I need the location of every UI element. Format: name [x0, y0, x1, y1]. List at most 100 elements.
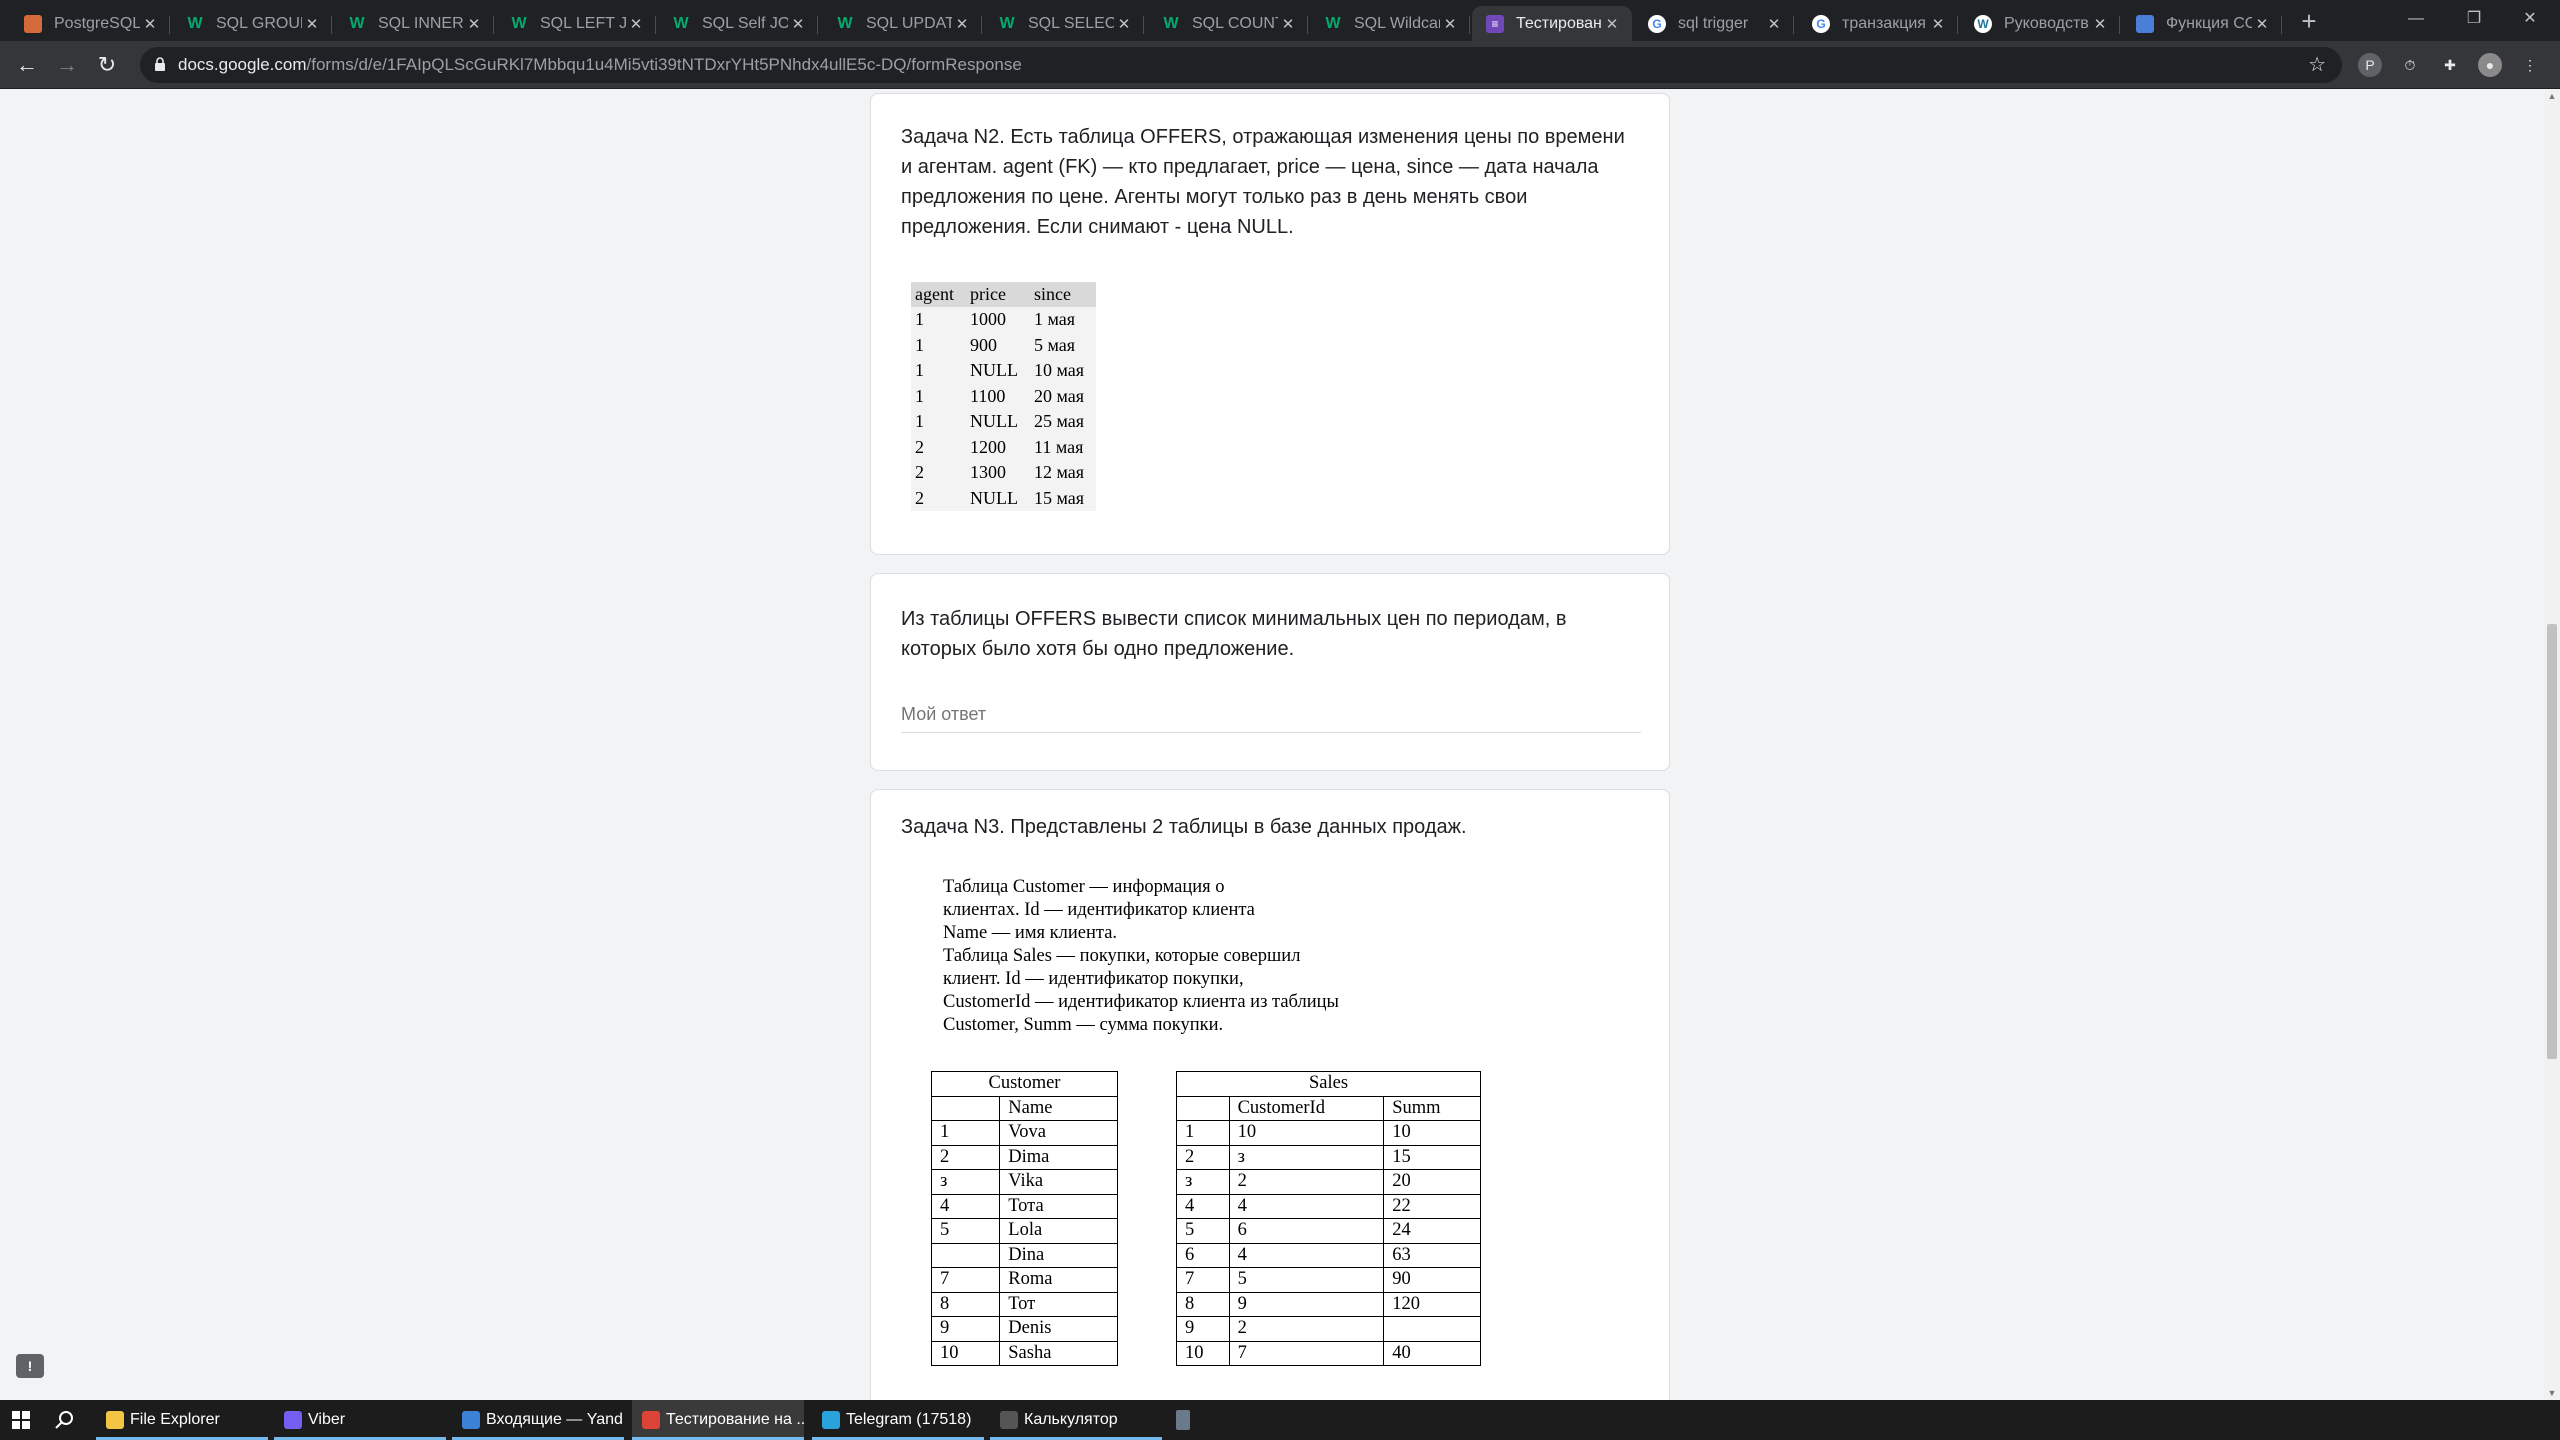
tab-title: SQL LEFT JO [540, 14, 626, 32]
sales-row: 92 [1176, 1316, 1481, 1342]
forward-button[interactable]: → [52, 50, 82, 80]
tab-title: SQL SELECT [1028, 14, 1114, 32]
docs-favicon-icon [2136, 14, 2154, 33]
tab-close-icon[interactable]: ✕ [1114, 15, 1134, 33]
offers-cell: 10 мая [1029, 358, 1097, 384]
customer-row: 5 Lola [930, 1218, 1118, 1244]
customer-cell: Sasha [999, 1340, 1118, 1366]
minimize-button[interactable]: — [2390, 4, 2442, 34]
pinned-app-icon[interactable] [1176, 1410, 1190, 1430]
windows-taskbar: File Explorer Viber Входящие — Yand... Тест… [0, 1400, 2560, 1440]
customer-row: 1 Vova [930, 1120, 1118, 1146]
offers-row: 1 900 5 мая [911, 332, 1097, 358]
sales-body: 1 10 10 2 з 15 з 2 20 4 4 22 5 6 24 6 4 63 7 5 90 8 9 120 9 2 10 7 4… [1176, 1120, 1481, 1366]
tab-10[interactable]: ≡ Тестирован ✕ [1472, 6, 1632, 41]
customer-row: 9 Denis [930, 1316, 1118, 1342]
tab-close-icon[interactable]: ✕ [1278, 15, 1298, 33]
offers-cell: 1 [911, 383, 966, 409]
address-bar[interactable]: docs.google.com/forms/d/e/1FAIpQLScGuRKl… [140, 47, 2342, 83]
mail-icon [462, 1411, 480, 1429]
w3schools-favicon-icon: W [1163, 14, 1179, 32]
chrome-icon [642, 1411, 660, 1429]
description-line: CustomerId — идентификатор клиента из та… [943, 992, 1339, 1012]
sales-cell: 24 [1383, 1218, 1481, 1244]
tab-4[interactable]: W SQL LEFT JO✕ [496, 6, 656, 41]
sales-cell: 8 [1176, 1291, 1230, 1317]
restore-button[interactable]: ❐ [2448, 4, 2500, 34]
tab-14[interactable]: Функция CO ✕ [2122, 6, 2282, 41]
tab-12[interactable]: Gтранзакция ✕ [1798, 6, 1958, 41]
offers-row: 2 1200 11 мая [911, 434, 1097, 460]
offers-cell: 15 мая [1029, 485, 1097, 511]
offers-row: 2 1300 12 мая [911, 460, 1097, 486]
offers-cell: 2 [911, 460, 966, 486]
tab-close-icon[interactable]: ✕ [626, 15, 646, 33]
tab-close-icon[interactable]: ✕ [952, 15, 972, 33]
sales-cell: 10 [1383, 1120, 1481, 1146]
offers-row: 1 1000 1 мая [911, 307, 1097, 333]
answer-input[interactable] [901, 698, 1641, 730]
tab-1[interactable]: PostgreSQL ✕ [10, 6, 170, 41]
offers-row: 1 NULL 10 мая [911, 358, 1097, 384]
scrollbar-thumb[interactable] [2547, 624, 2557, 1059]
sales-cell: 2 [1176, 1144, 1230, 1170]
taskbar-app-5[interactable]: Telegram (17518) [812, 1400, 984, 1440]
taskbar-app-2[interactable]: Viber [274, 1400, 446, 1440]
tab-9[interactable]: W SQL Wildcar ✕ [1310, 6, 1470, 41]
tab-close-icon[interactable]: ✕ [1602, 15, 1622, 33]
tab-close-icon[interactable]: ✕ [302, 15, 322, 33]
scroll-up-arrow[interactable]: ▲ [2544, 91, 2560, 101]
customer-cell: Roma [999, 1267, 1118, 1293]
scroll-down-arrow[interactable]: ▼ [2544, 1388, 2560, 1398]
tab-close-icon[interactable]: ✕ [140, 15, 160, 33]
sales-cell: 22 [1383, 1193, 1481, 1219]
timer-extension-icon[interactable]: ⏱ [2398, 53, 2422, 77]
w3schools-favicon-icon: W [511, 14, 527, 32]
new-tab-button[interactable]: + [2294, 6, 2324, 36]
tab-close-icon[interactable]: ✕ [1764, 15, 1784, 33]
taskbar-app-4[interactable]: Тестирование на ... [632, 1400, 804, 1440]
tab-13[interactable]: W Руководств ✕ [1960, 6, 2120, 41]
tab-8[interactable]: W SQL COUNT ✕ [1148, 6, 1308, 41]
back-button[interactable]: ← [12, 50, 42, 80]
profile-avatar[interactable]: ● [2478, 53, 2502, 77]
offers-cell: 12 мая [1029, 460, 1097, 486]
windows-start-icon[interactable] [12, 1411, 30, 1429]
tab-2[interactable]: W SQL GROUP ✕ [172, 6, 332, 41]
taskbar-app-3[interactable]: Входящие — Yand... [452, 1400, 624, 1440]
sales-cell: 5 [1228, 1267, 1385, 1293]
tab-separator [169, 16, 170, 34]
pinterest-extension-icon[interactable]: P [2358, 53, 2382, 77]
tab-close-icon[interactable]: ✕ [2090, 15, 2110, 33]
offers-row: 1 NULL 25 мая [911, 409, 1097, 435]
offers-cell: 20 мая [1029, 383, 1097, 409]
tab-6[interactable]: W SQL UPDATE✕ [822, 6, 982, 41]
tab-close-icon[interactable]: ✕ [1440, 15, 1460, 33]
feedback-icon[interactable]: ! [16, 1354, 44, 1378]
tab-close-icon[interactable]: ✕ [788, 15, 808, 33]
tab-close-icon[interactable]: ✕ [464, 15, 484, 33]
close-window-button[interactable]: ✕ [2504, 4, 2556, 34]
customer-cell: 7 [930, 1267, 1001, 1293]
reload-button[interactable]: ↻ [92, 50, 122, 80]
search-icon[interactable] [54, 1409, 76, 1431]
answer-underline [901, 732, 1641, 733]
sales-header-cell [1176, 1095, 1230, 1121]
tab-close-icon[interactable]: ✕ [1928, 15, 1948, 33]
url-host: docs.google.com [178, 55, 307, 74]
task3-description: Таблица Customer — информация о клиентах.… [943, 876, 1339, 1037]
tab-11[interactable]: Gsql trigger ✕ [1634, 6, 1794, 41]
tab-close-icon[interactable]: ✕ [2252, 15, 2272, 33]
extensions-puzzle-icon[interactable]: ✚ [2438, 53, 2462, 77]
tab-3[interactable]: W SQL INNER ✕ [334, 6, 494, 41]
bookmark-star-icon[interactable]: ☆ [2308, 47, 2326, 83]
page-scrollbar[interactable]: ▲ ▼ [2544, 89, 2560, 1400]
taskbar-app-1[interactable]: File Explorer [96, 1400, 268, 1440]
menu-kebab-icon[interactable]: ⋮ [2518, 53, 2542, 77]
taskbar-app-6[interactable]: Калькулятор [990, 1400, 1162, 1440]
sales-cell [1383, 1316, 1481, 1342]
tab-5[interactable]: W SQL Self JO ✕ [658, 6, 818, 41]
tab-title: SQL GROUP [216, 14, 302, 32]
tab-7[interactable]: W SQL SELECT✕ [984, 6, 1144, 41]
sales-cell: 4 [1228, 1193, 1385, 1219]
